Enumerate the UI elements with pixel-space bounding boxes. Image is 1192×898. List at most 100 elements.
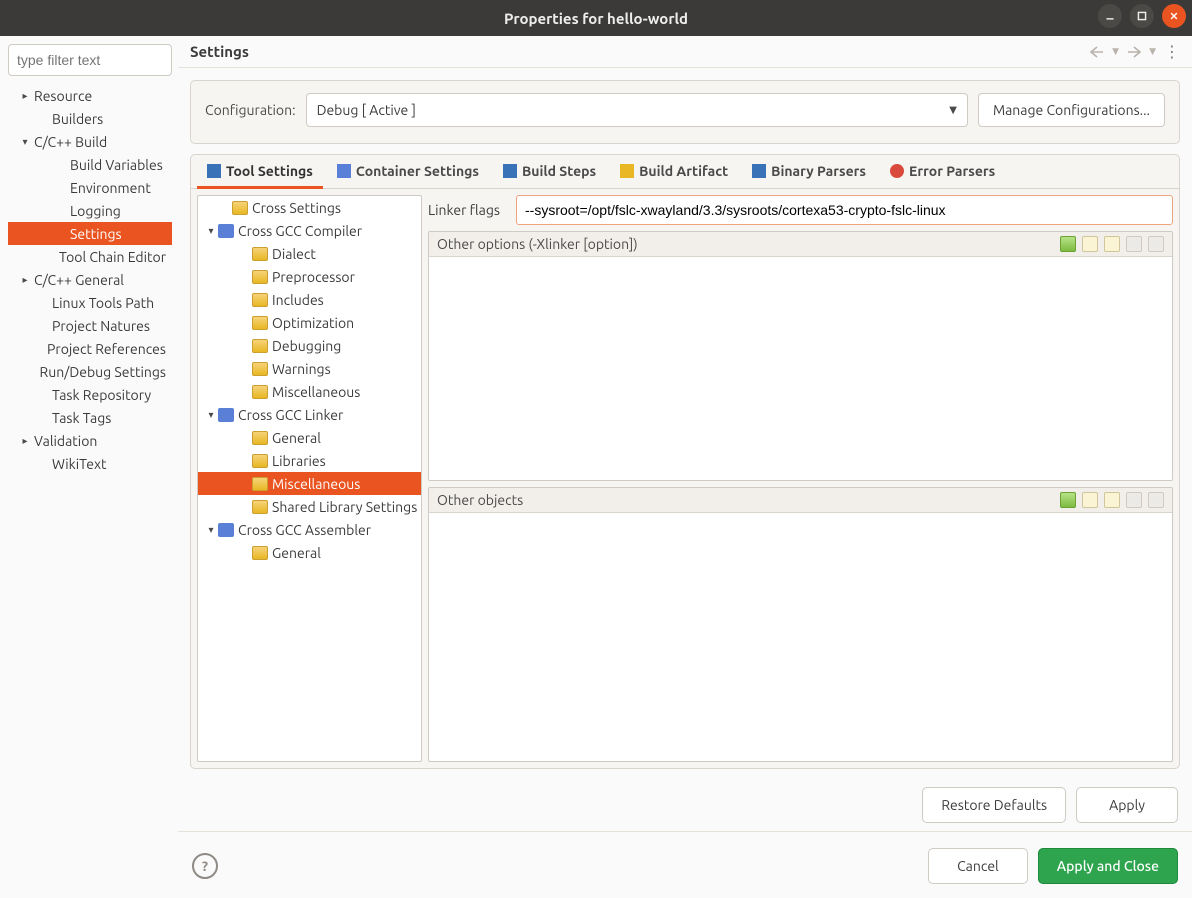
cancel-button[interactable]: Cancel — [928, 848, 1028, 884]
forward-icon[interactable] — [1127, 46, 1141, 58]
linker-flags-input[interactable] — [516, 195, 1173, 225]
folder-icon — [252, 362, 268, 376]
tab[interactable]: Build Artifact — [610, 155, 738, 188]
wrench-icon — [218, 224, 234, 238]
sidebar-item[interactable]: ▸Validation — [8, 429, 172, 452]
folder-icon — [252, 339, 268, 353]
move-up-icon[interactable] — [1126, 236, 1142, 252]
sidebar-item[interactable]: Task Tags — [8, 406, 172, 429]
tooltree-item[interactable]: Optimization — [198, 311, 421, 334]
panel-body: Cross Settings▾Cross GCC CompilerDialect… — [191, 189, 1179, 768]
tooltree-item[interactable]: General — [198, 541, 421, 564]
tooltree-item[interactable]: Miscellaneous — [198, 380, 421, 403]
add-icon[interactable] — [1060, 236, 1076, 252]
folder-icon — [252, 546, 268, 560]
tooltree-item[interactable]: ▾ Cross GCC Assembler — [198, 518, 421, 541]
edit-icon[interactable] — [1082, 492, 1098, 508]
configuration-select[interactable]: Debug [ Active ] ▼ — [306, 93, 968, 127]
tab[interactable]: Container Settings — [327, 155, 489, 188]
folder-icon — [252, 293, 268, 307]
other-objects-toolbar — [1060, 492, 1164, 508]
back-icon[interactable] — [1090, 46, 1104, 58]
sidebar-item-label: Builders — [50, 111, 103, 127]
expand-icon[interactable]: ▸ — [18, 274, 32, 286]
tooltree-item[interactable]: ▾Cross GCC Compiler — [198, 219, 421, 242]
other-objects-label: Other objects — [437, 492, 523, 508]
sidebar-item[interactable]: Environment — [8, 176, 172, 199]
restore-defaults-button[interactable]: Restore Defaults — [922, 787, 1066, 823]
tool-settings-tree[interactable]: Cross Settings▾Cross GCC CompilerDialect… — [197, 195, 422, 762]
forward-menu-icon[interactable]: ▼ — [1149, 46, 1156, 57]
sidebar-item[interactable]: Project Natures — [8, 314, 172, 337]
tooltree-item-label: Libraries — [272, 453, 326, 469]
tooltree-item[interactable]: Dialect — [198, 242, 421, 265]
help-icon[interactable]: ? — [192, 853, 218, 879]
sidebar-item[interactable]: Logging — [8, 199, 172, 222]
sidebar-item-label: Run/Debug Settings — [37, 364, 166, 380]
sidebar-item[interactable]: Task Repository — [8, 383, 172, 406]
tooltree-item-label: Shared Library Settings — [272, 499, 417, 515]
sidebar-item[interactable]: ▸Resource — [8, 84, 172, 107]
apply-and-close-button[interactable]: Apply and Close — [1038, 848, 1178, 884]
view-menu-icon[interactable]: ⋮ — [1164, 42, 1180, 61]
collapse-icon[interactable]: ▾ — [204, 225, 218, 237]
edit-icon[interactable] — [1082, 236, 1098, 252]
tooltree-item-label: Cross GCC Assembler — [238, 522, 371, 538]
maximize-button[interactable] — [1130, 4, 1154, 28]
back-menu-icon[interactable]: ▼ — [1112, 46, 1119, 57]
expand-icon[interactable]: ▸ — [18, 90, 32, 102]
tooltree-item-label: Warnings — [272, 361, 331, 377]
collapse-icon[interactable]: ▾ — [204, 524, 218, 536]
other-objects-body[interactable] — [429, 513, 1172, 761]
tab-icon — [890, 164, 904, 178]
sidebar-item[interactable]: Build Variables — [8, 153, 172, 176]
delete-icon[interactable] — [1104, 236, 1120, 252]
minimize-button[interactable] — [1098, 4, 1122, 28]
other-options-list: Other options (-Xlinker [option]) — [428, 231, 1173, 481]
sidebar-item[interactable]: WikiText — [8, 452, 172, 475]
apply-button[interactable]: Apply — [1076, 787, 1178, 823]
sidebar-item[interactable]: ▸C/C++ General — [8, 268, 172, 291]
folder-icon — [252, 385, 268, 399]
tab[interactable]: Error Parsers — [880, 155, 1005, 188]
tab[interactable]: Binary Parsers — [742, 155, 876, 188]
tooltree-item[interactable]: Cross Settings — [198, 196, 421, 219]
sidebar-item[interactable]: Project References — [8, 337, 172, 360]
tooltree-item[interactable]: Preprocessor — [198, 265, 421, 288]
sidebar-item[interactable]: Run/Debug Settings — [8, 360, 172, 383]
collapse-icon[interactable]: ▾ — [18, 136, 32, 148]
sidebar-item[interactable]: Settings — [8, 222, 172, 245]
tooltree-item[interactable]: General — [198, 426, 421, 449]
sidebar-item[interactable]: Tool Chain Editor — [8, 245, 172, 268]
tooltree-item[interactable]: Miscellaneous — [198, 472, 421, 495]
page-title: Settings — [190, 43, 249, 60]
move-down-icon[interactable] — [1148, 492, 1164, 508]
delete-icon[interactable] — [1104, 492, 1120, 508]
sidebar-item-label: Tool Chain Editor — [57, 249, 166, 265]
sidebar-item[interactable]: Builders — [8, 107, 172, 130]
tooltree-item[interactable]: Warnings — [198, 357, 421, 380]
expand-icon[interactable]: ▸ — [18, 435, 32, 447]
tooltree-item[interactable]: Debugging — [198, 334, 421, 357]
tab[interactable]: Tool Settings — [197, 155, 323, 188]
add-icon[interactable] — [1060, 492, 1076, 508]
tooltree-item[interactable]: Includes — [198, 288, 421, 311]
tooltree-item[interactable]: Libraries — [198, 449, 421, 472]
manage-configurations-button[interactable]: Manage Configurations... — [978, 93, 1165, 127]
footer-1: Restore Defaults Apply — [178, 781, 1192, 823]
move-down-icon[interactable] — [1148, 236, 1164, 252]
tab-label: Container Settings — [356, 163, 479, 179]
tab-label: Tool Settings — [226, 163, 313, 179]
other-options-body[interactable] — [429, 257, 1172, 480]
tooltree-item-label: Includes — [272, 292, 324, 308]
sidebar-item-label: Resource — [32, 88, 92, 104]
move-up-icon[interactable] — [1126, 492, 1142, 508]
filter-input[interactable] — [8, 44, 172, 76]
tab[interactable]: Build Steps — [493, 155, 606, 188]
tooltree-item[interactable]: ▾Cross GCC Linker — [198, 403, 421, 426]
collapse-icon[interactable]: ▾ — [204, 409, 218, 421]
close-button[interactable] — [1162, 4, 1186, 28]
sidebar-item[interactable]: Linux Tools Path — [8, 291, 172, 314]
sidebar-item[interactable]: ▾C/C++ Build — [8, 130, 172, 153]
tooltree-item[interactable]: Shared Library Settings — [198, 495, 421, 518]
